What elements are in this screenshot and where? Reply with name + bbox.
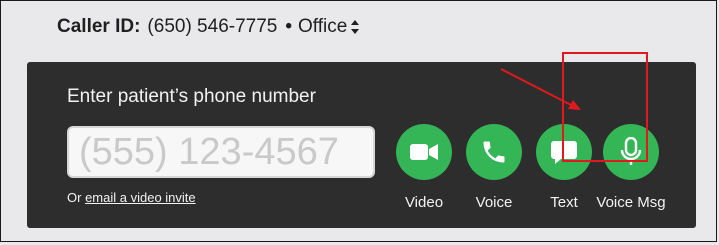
screenshot-frame: Caller ID: (650) 546-7775 • Office Enter…	[0, 0, 717, 242]
annotation-arrow-icon	[500, 68, 581, 110]
